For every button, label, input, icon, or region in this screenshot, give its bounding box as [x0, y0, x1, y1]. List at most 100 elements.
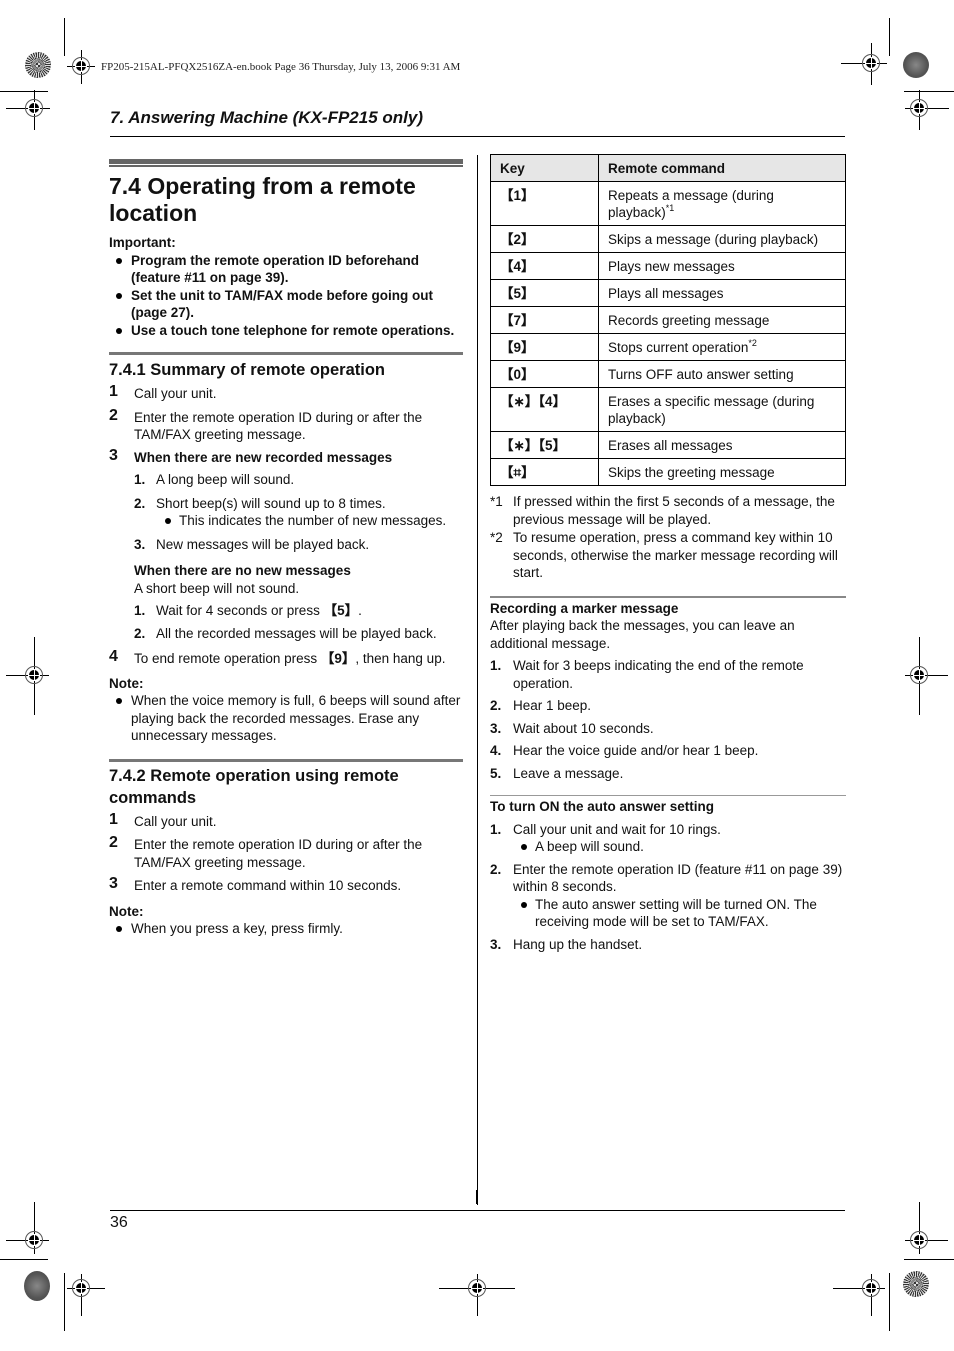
- column-header-key: Key: [490, 154, 599, 182]
- step: 1. Wait for 3 beeps indicating the end of…: [490, 658, 804, 691]
- table-row: 【7】 Records greeting message: [490, 306, 846, 334]
- note-label: Note:: [109, 675, 144, 691]
- table-row: 【4】 Plays new messages: [490, 252, 846, 280]
- table-row: 【1】 Repeats a message (during playback)*1: [490, 181, 846, 226]
- print-header: FP205-215AL-PFQX2516ZA-en.book Page 36 T…: [101, 61, 461, 73]
- section-title: 7.4.1 Summary of remote operation: [109, 361, 385, 379]
- step: 2. Hear 1 beep.: [490, 698, 592, 713]
- step: 1. Call your unit and wait for 10 rings.: [490, 821, 721, 837]
- footnote: *1 If pressed within the first 5 seconds …: [490, 494, 835, 527]
- remote-command-table: Key Remote command 【1】 Repeats a message …: [490, 154, 846, 486]
- substep-bullet: This indicates the number of new message…: [109, 512, 463, 530]
- command-cell: Turns OFF auto answer setting: [598, 360, 846, 388]
- paragraph: After playing back the messages, you can…: [490, 618, 795, 651]
- color-rosette-icon: [25, 52, 51, 78]
- crop-line: [889, 18, 890, 56]
- section-rule: [109, 352, 463, 355]
- step: 4. Hear the voice guide and/or hear 1 bee…: [490, 743, 759, 758]
- command-cell: Skips the greeting message: [598, 458, 846, 486]
- section-title: 7.4.2 Remote operation using remote comm…: [109, 766, 399, 807]
- table-row: 【5】 Plays all messages: [490, 279, 846, 307]
- step: 3 Enter a remote command within 10 second…: [109, 875, 402, 893]
- note-item: When you press a key, press firmly.: [109, 920, 463, 938]
- crop-line: [64, 18, 65, 56]
- key-label: 【5】: [323, 603, 359, 618]
- crop-line: [0, 91, 48, 92]
- command-cell: Plays all messages: [598, 279, 846, 307]
- key-cell: 【7】: [490, 306, 599, 334]
- footnote: *2 To resume operation, press a command k…: [490, 530, 838, 580]
- important-label: Important:: [109, 235, 176, 250]
- command-cell: Skips a message (during playback): [598, 225, 846, 253]
- table-row: 【∗】【5】 Erases all messages: [490, 431, 846, 459]
- table-row: 【∗】【4】 Erases a specific message (during …: [490, 387, 846, 432]
- subheading: To turn ON the auto answer setting: [490, 799, 715, 814]
- command-cell: Erases a specific message (during playba…: [598, 387, 846, 432]
- subheading: Recording a marker message: [490, 600, 679, 616]
- crop-line: [904, 91, 954, 92]
- step: 3. Hang up the handset.: [490, 936, 643, 952]
- command-cell: Records greeting message: [598, 306, 846, 334]
- column-divider: [477, 155, 478, 1205]
- step: 3 When there are new recorded messages: [109, 446, 393, 465]
- key-cell: 【5】: [490, 279, 599, 307]
- step: 1 Call your unit.: [109, 810, 217, 829]
- key-cell: 【0】: [490, 360, 599, 388]
- step: 4 To end remote operation press 【9】, then…: [109, 648, 446, 666]
- step: 2 Enter the remote operation ID during or…: [109, 834, 423, 870]
- important-item: Set the unit to TAM/FAX mode before goin…: [109, 287, 463, 322]
- note-label: Note:: [109, 903, 144, 919]
- note-item: When the voice memory is full, 6 beeps w…: [109, 692, 463, 745]
- step: 1 Call your unit.: [109, 383, 217, 401]
- header-rule: [110, 136, 845, 137]
- color-rosette-icon: [24, 1271, 50, 1301]
- key-cell: 【⌗】: [490, 458, 599, 486]
- section-rule: [490, 795, 846, 796]
- footer-rule: [110, 1210, 845, 1211]
- footnote-ref: *2: [748, 338, 757, 348]
- table-row: 【0】 Turns OFF auto answer setting: [490, 360, 846, 388]
- footnote-ref: *1: [665, 203, 675, 213]
- key-cell: 【∗】【5】: [490, 431, 599, 459]
- substep: 1. Wait for 4 seconds or press 【5】.: [134, 603, 362, 618]
- important-item: Program the remote operation ID beforeha…: [109, 252, 463, 287]
- command-cell: Repeats a message (during playback)*1: [598, 181, 846, 226]
- table-row: 【9】 Stops current operation*2: [490, 333, 846, 361]
- crop-line: [64, 1273, 65, 1331]
- command-cell: Plays new messages: [598, 252, 846, 280]
- table-row: 【2】 Skips a message (during playback): [490, 225, 846, 253]
- color-rosette-icon: [903, 52, 929, 78]
- key-cell: 【1】: [490, 181, 599, 226]
- chapter-title: 7. Answering Machine (KX-FP215 only): [110, 108, 423, 127]
- step-bullet: The auto answer setting will be turned O…: [490, 896, 846, 931]
- paragraph: A short beep will not sound.: [134, 580, 300, 596]
- important-item: Use a touch tone telephone for remote op…: [109, 322, 463, 340]
- crop-line: [904, 1259, 954, 1260]
- key-cell: 【2】: [490, 225, 599, 253]
- crop-line: [0, 1259, 48, 1260]
- left-column: 7.4 Operating from a remote location Imp…: [109, 159, 463, 938]
- subheading: When there are no new messages: [134, 563, 351, 578]
- step: 3. Wait about 10 seconds.: [490, 720, 654, 736]
- crop-line: [889, 1273, 890, 1331]
- key-cell: 【∗】【4】: [490, 387, 599, 432]
- page-title: 7.4 Operating from a remote location: [109, 173, 416, 226]
- step-bullet: A beep will sound.: [490, 838, 846, 856]
- section-rule: [109, 758, 463, 762]
- color-rosette-icon: [903, 1271, 929, 1297]
- column-header-command: Remote command: [598, 154, 846, 182]
- table-row: 【⌗】 Skips the greeting message: [490, 458, 846, 486]
- command-cell: Erases all messages: [598, 431, 846, 459]
- substep: 1. A long beep will sound.: [134, 472, 295, 487]
- substep: 2. All the recorded messages will be play…: [134, 625, 437, 641]
- table-header-row: Key Remote command: [490, 154, 846, 182]
- substep: 3. New messages will be played back.: [134, 536, 370, 552]
- step: 2. Enter the remote operation ID (feature…: [490, 861, 843, 895]
- section-rule: [490, 595, 846, 598]
- step: 5. Leave a message.: [490, 765, 624, 781]
- key-cell: 【9】: [490, 333, 599, 361]
- section-rule: [109, 159, 463, 165]
- page-number: 36: [110, 1214, 128, 1231]
- right-column: Key Remote command 【1】 Repeats a message …: [490, 154, 846, 953]
- substep: 2. Short beep(s) will sound up to 8 times…: [134, 495, 386, 511]
